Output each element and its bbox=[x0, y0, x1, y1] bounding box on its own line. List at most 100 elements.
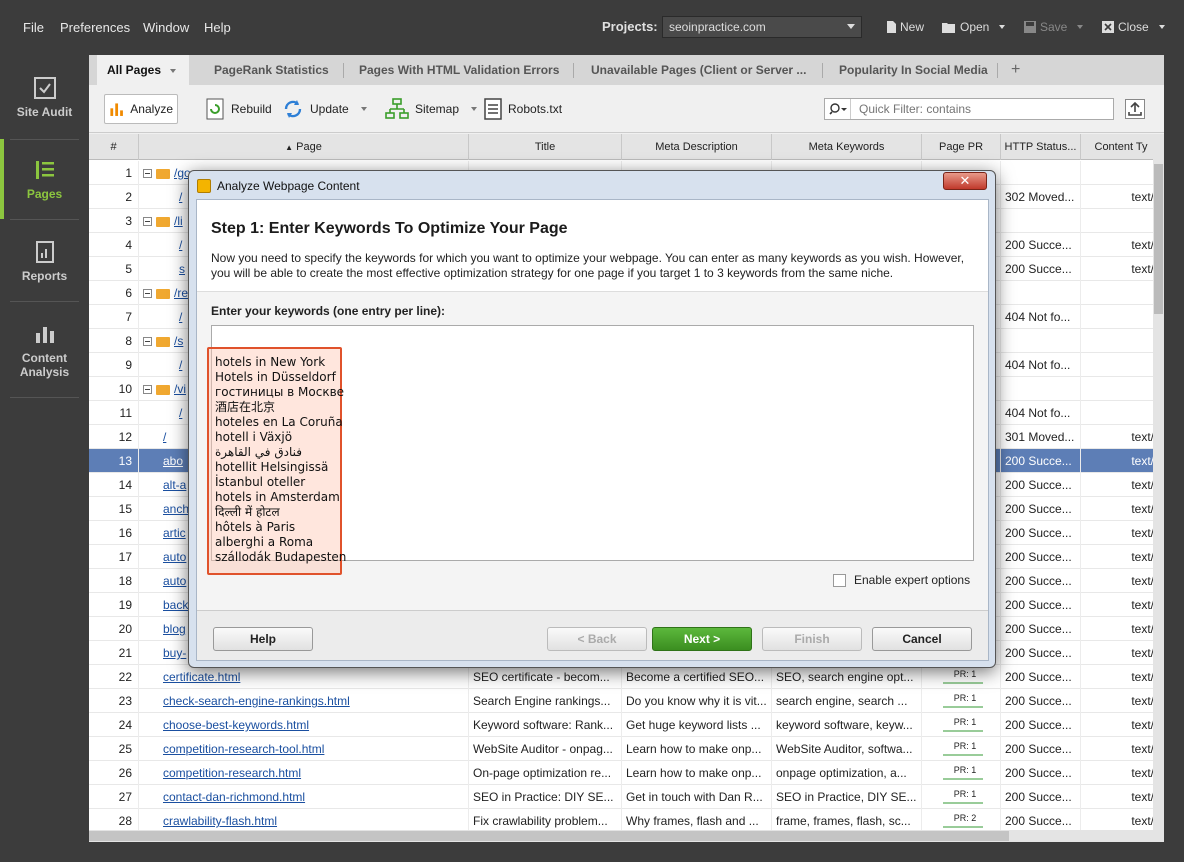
sidebar-item-content-analysis[interactable]: Content Analysis bbox=[0, 323, 89, 379]
page-link[interactable]: / bbox=[179, 238, 182, 252]
page-link[interactable]: choose-best-keywords.html bbox=[163, 718, 309, 732]
open-button[interactable]: Open bbox=[942, 20, 1006, 34]
sitemap-button[interactable]: Sitemap bbox=[381, 94, 481, 124]
page-link[interactable]: back bbox=[163, 598, 188, 612]
page-link[interactable]: /re bbox=[174, 286, 188, 300]
page-link[interactable]: check-search-engine-rankings.html bbox=[163, 694, 350, 708]
cell-text: 200 Succe... bbox=[1005, 670, 1072, 684]
cell-ct: text/ bbox=[1081, 809, 1153, 830]
quick-filter-input[interactable] bbox=[851, 102, 1101, 116]
page-link[interactable]: / bbox=[179, 406, 182, 420]
tab-popularity-social-media[interactable]: Popularity In Social Media bbox=[829, 55, 998, 85]
dialog-close-button[interactable]: ✕ bbox=[943, 172, 987, 190]
collapse-toggle-icon[interactable] bbox=[143, 217, 152, 227]
tab-unavailable-pages[interactable]: Unavailable Pages (Client or Server ... bbox=[581, 55, 816, 85]
scroll-thumb[interactable] bbox=[1154, 164, 1163, 314]
page-link[interactable]: contact-dan-richmond.html bbox=[163, 790, 305, 804]
table-row[interactable]: 24 choose-best-keywords.html Keyword softw… bbox=[89, 713, 1153, 737]
expert-options[interactable]: Enable expert options bbox=[833, 573, 970, 587]
column-header-page-pr[interactable]: Page PR bbox=[922, 134, 1001, 160]
export-button[interactable] bbox=[1125, 99, 1145, 119]
cell-text: text/ bbox=[1131, 526, 1153, 540]
cell-text: 1 bbox=[125, 166, 132, 180]
table-row[interactable]: 25 competition-research-tool.html WebSite … bbox=[89, 737, 1153, 761]
cell-status: 200 Succe... bbox=[1001, 689, 1081, 713]
rebuild-button[interactable]: Rebuild bbox=[201, 94, 276, 124]
folder-icon bbox=[156, 216, 170, 227]
table-row[interactable]: 28 crawlability-flash.html Fix crawlabilit… bbox=[89, 809, 1153, 830]
finish-button[interactable]: Finish bbox=[762, 627, 862, 651]
collapse-toggle-icon[interactable] bbox=[143, 337, 152, 347]
sitemap-label: Sitemap bbox=[415, 102, 460, 116]
project-select[interactable]: seoinpractice.com bbox=[662, 16, 862, 38]
page-link[interactable]: crawlability-flash.html bbox=[163, 814, 277, 828]
next-button[interactable]: Next > bbox=[652, 627, 752, 651]
page-link[interactable]: artic bbox=[163, 526, 186, 540]
page-link[interactable]: auto bbox=[163, 550, 186, 564]
menu-file[interactable]: File bbox=[23, 20, 44, 35]
collapse-toggle-icon[interactable] bbox=[143, 289, 152, 299]
collapse-toggle-icon[interactable] bbox=[143, 169, 152, 179]
save-button[interactable]: Save bbox=[1024, 20, 1084, 34]
page-link[interactable]: buy- bbox=[163, 646, 186, 660]
page-link[interactable]: anch bbox=[163, 502, 189, 516]
column-header-title[interactable]: Title bbox=[469, 134, 622, 160]
table-row[interactable]: 23 check-search-engine-rankings.html Searc… bbox=[89, 689, 1153, 713]
page-link[interactable]: abo bbox=[163, 454, 183, 468]
page-link[interactable]: competition-research.html bbox=[163, 766, 301, 780]
page-link[interactable]: /s bbox=[174, 334, 183, 348]
cell-text: 200 Succe... bbox=[1005, 454, 1072, 468]
page-link[interactable]: certificate.html bbox=[163, 670, 240, 684]
sidebar-item-reports[interactable]: Reports bbox=[0, 241, 89, 283]
page-link[interactable]: s bbox=[179, 262, 185, 276]
scroll-thumb[interactable] bbox=[89, 831, 1009, 841]
filter-options-button[interactable] bbox=[825, 99, 851, 119]
page-link[interactable]: /vi bbox=[174, 382, 186, 396]
page-link[interactable]: / bbox=[163, 430, 166, 444]
collapse-toggle-icon[interactable] bbox=[143, 385, 152, 395]
cell-text: 200 Succe... bbox=[1005, 598, 1072, 612]
menu-preferences[interactable]: Preferences bbox=[60, 20, 130, 35]
update-button[interactable]: Update bbox=[278, 94, 371, 124]
new-button[interactable]: New bbox=[886, 20, 924, 34]
page-link[interactable]: competition-research-tool.html bbox=[163, 742, 324, 756]
column-header-number[interactable]: # bbox=[89, 134, 139, 160]
table-row[interactable]: 26 competition-research.html On-page optim… bbox=[89, 761, 1153, 785]
column-header-meta-description[interactable]: Meta Description bbox=[622, 134, 772, 160]
close-button[interactable]: Close bbox=[1102, 20, 1165, 34]
page-link[interactable]: auto bbox=[163, 574, 186, 588]
column-header-meta-keywords[interactable]: Meta Keywords bbox=[772, 134, 922, 160]
menu-help[interactable]: Help bbox=[204, 20, 231, 35]
expert-options-checkbox[interactable] bbox=[833, 573, 846, 587]
cell-text: 2 bbox=[125, 190, 132, 204]
help-button[interactable]: Help bbox=[213, 627, 313, 651]
menu-window[interactable]: Window bbox=[143, 20, 189, 35]
cancel-button[interactable]: Cancel bbox=[872, 627, 972, 651]
add-tab-button[interactable]: + bbox=[1001, 55, 1030, 85]
page-link[interactable]: blog bbox=[163, 622, 186, 636]
robots-button[interactable]: Robots.txt bbox=[480, 94, 566, 124]
page-link[interactable]: / bbox=[179, 310, 182, 324]
column-header-page[interactable]: ▲ Page bbox=[139, 134, 469, 160]
tab-all-pages[interactable]: All Pages bbox=[97, 55, 189, 85]
cell-kw: search engine, search ... bbox=[772, 689, 922, 713]
back-button[interactable]: < Back bbox=[547, 627, 647, 651]
vertical-scrollbar[interactable] bbox=[1153, 134, 1164, 830]
page-link[interactable]: / bbox=[179, 190, 182, 204]
tab-html-validation-errors[interactable]: Pages With HTML Validation Errors bbox=[349, 55, 569, 85]
divider bbox=[10, 301, 79, 302]
page-link[interactable]: alt-a bbox=[163, 478, 186, 492]
page-link[interactable]: / bbox=[179, 358, 182, 372]
table-row[interactable]: 22 certificate.html SEO certificate - beco… bbox=[89, 665, 1153, 689]
page-link[interactable]: /li bbox=[174, 214, 183, 228]
tab-pagerank-statistics[interactable]: PageRank Statistics bbox=[204, 55, 339, 85]
sidebar-item-pages[interactable]: Pages bbox=[0, 159, 89, 201]
table-row[interactable]: 27 contact-dan-richmond.html SEO in Practi… bbox=[89, 785, 1153, 809]
cell-ct: text/ bbox=[1081, 545, 1153, 569]
analyze-button[interactable]: Analyze bbox=[104, 94, 178, 124]
column-header-content-type[interactable]: Content Ty bbox=[1081, 134, 1153, 160]
horizontal-scrollbar[interactable] bbox=[89, 830, 1164, 842]
cell-pr: PR: 1 bbox=[922, 713, 1001, 737]
column-header-http-status[interactable]: HTTP Status... bbox=[1001, 134, 1081, 160]
sidebar-item-site-audit[interactable]: Site Audit bbox=[0, 77, 89, 119]
